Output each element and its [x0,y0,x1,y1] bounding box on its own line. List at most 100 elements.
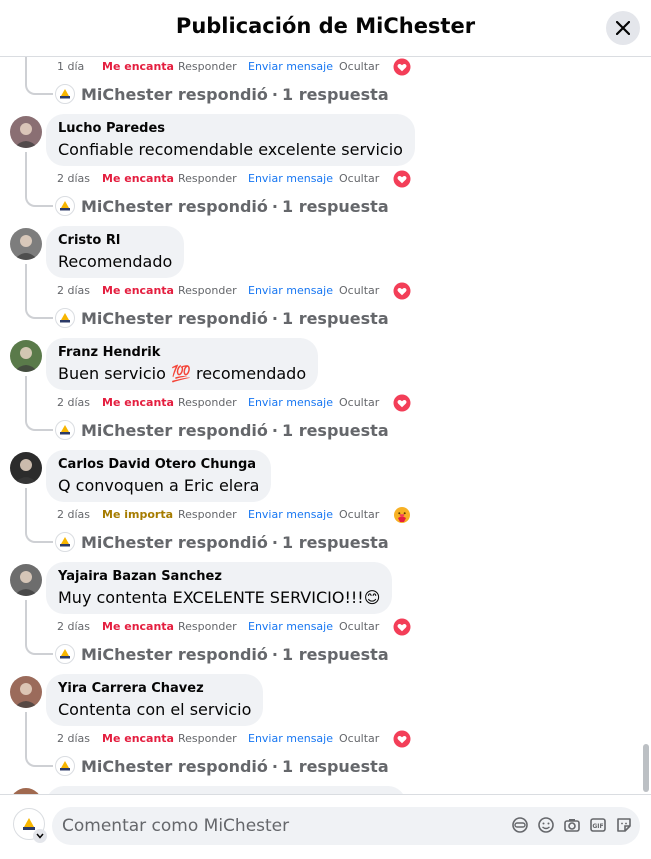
commenter-name[interactable]: Cristo Rl [58,233,172,249]
view-replies-link[interactable]: MiChester respondió · 1 respuesta [55,195,389,217]
heart-icon[interactable] [393,730,411,748]
reply-count: 1 respuesta [281,532,389,552]
comment-actions: 2 días Me encanta Responder Enviar mensaje O… [46,395,426,411]
reply-button[interactable]: Responder [178,619,237,635]
comment-text: Recomendado [58,252,173,271]
comment-timestamp[interactable]: 2 días [57,731,90,747]
comment-bubble: Carlos David Otero Chunga Q convoquen a E… [46,450,272,502]
reply-separator: · [271,532,278,552]
commenter-avatar[interactable] [10,340,42,372]
profile-photo-icon [10,676,42,708]
reply-connector [25,305,53,319]
reply-connector [25,193,53,207]
comment-bubble: Franz Hendrik Buen servicio 💯 recomendado [46,338,319,390]
reply-connector [25,641,53,655]
commenter-avatar[interactable] [10,564,42,596]
reaction-button[interactable]: Me encanta [102,59,174,75]
view-replies-link[interactable]: MiChester respondió · 1 respuesta [55,307,389,329]
reaction-button[interactable]: Me encanta [102,171,174,187]
send-message-button[interactable]: Enviar mensaje [248,395,333,411]
hide-button[interactable]: Ocultar [339,171,379,187]
reaction-button[interactable]: Me importa [102,507,173,523]
thread-line [25,264,27,308]
commenter-name[interactable]: Lucho Paredes [58,121,403,137]
chevron-down-icon [36,833,44,839]
reply-count: 1 respuesta [281,644,389,664]
commenter-name[interactable]: Yajaira Bazan Sanchez [58,569,380,585]
thread-line [25,376,27,420]
view-replies-link[interactable]: MiChester respondió · 1 respuesta [55,419,389,441]
view-replies-link[interactable]: MiChester respondió · 1 respuesta [55,643,389,665]
hide-button[interactable]: Ocultar [339,619,379,635]
heart-icon[interactable] [393,58,411,76]
reaction-button[interactable]: Me encanta [102,283,174,299]
comment-timestamp[interactable]: 1 día [57,59,84,75]
emoji-icon[interactable] [537,816,555,834]
commenter-avatar[interactable] [10,228,42,260]
heart-icon[interactable] [393,394,411,412]
reaction-button[interactable]: Me encanta [102,619,174,635]
hide-button[interactable]: Ocultar [339,283,379,299]
send-message-button[interactable]: Enviar mensaje [248,59,333,75]
comment-timestamp[interactable]: 2 días [57,171,90,187]
comment-timestamp[interactable]: 2 días [57,507,90,523]
reaction-button[interactable]: Me encanta [102,731,174,747]
gif-icon[interactable]: GIF [589,816,607,834]
comment-input[interactable] [62,815,502,837]
commenter-avatar[interactable] [10,676,42,708]
reply-button[interactable]: Responder [178,283,237,299]
reply-connector [25,417,53,431]
comment-actions: 2 días Me encanta Responder Enviar mensaje O… [46,619,426,635]
account-switch-button[interactable] [33,829,47,843]
close-button[interactable] [606,11,640,45]
send-message-button[interactable]: Enviar mensaje [248,171,333,187]
comment-bubble: Yajaira Bazan Sanchez Muy contenta EXCELE… [46,562,393,614]
commenter-avatar[interactable] [10,116,42,148]
profile-photo-icon [10,452,42,484]
reply-button[interactable]: Responder [178,731,237,747]
hide-button[interactable]: Ocultar [339,731,379,747]
comment-timestamp[interactable]: 2 días [57,395,90,411]
hide-button[interactable]: Ocultar [339,395,379,411]
reply-separator: · [271,308,278,328]
comments-list[interactable]: 1 día Me encanta Responder Enviar mensaje Oc… [0,57,651,794]
commenter-name[interactable]: Carlos David Otero Chunga [58,457,259,473]
hide-button[interactable]: Ocultar [339,59,379,75]
profile-photo-icon [10,564,42,596]
michester-logo-icon [55,756,75,776]
heart-icon[interactable] [393,618,411,636]
commenter-name[interactable]: Franz Hendrik [58,345,306,361]
comment-timestamp[interactable]: 2 días [57,283,90,299]
scrollbar[interactable] [643,744,649,792]
heart-icon[interactable] [393,170,411,188]
view-replies-link[interactable]: MiChester respondió · 1 respuesta [55,531,389,553]
send-message-button[interactable]: Enviar mensaje [248,731,333,747]
sticker-icon[interactable] [615,816,633,834]
michester-logo-icon [55,84,75,104]
comment-timestamp[interactable]: 2 días [57,619,90,635]
heart-icon[interactable] [393,282,411,300]
reply-count: 1 respuesta [281,420,389,440]
profile-photo-icon [10,340,42,372]
avatar-sticker-icon[interactable] [511,816,529,834]
comment-text: Contenta con el servicio [58,700,252,719]
send-message-button[interactable]: Enviar mensaje [248,507,333,523]
commenter-avatar[interactable] [10,452,42,484]
reply-button[interactable]: Responder [178,395,237,411]
view-replies-link[interactable]: MiChester respondió · 1 respuesta [55,83,389,105]
reply-button[interactable]: Responder [178,171,237,187]
close-icon [616,21,630,35]
view-replies-link[interactable]: MiChester respondió · 1 respuesta [55,755,389,777]
thread-line [25,57,27,84]
camera-icon[interactable] [563,816,581,834]
send-message-button[interactable]: Enviar mensaje [248,619,333,635]
comment-actions: 2 días Me importa Responder Enviar mensaje O… [46,507,426,523]
care-icon[interactable] [393,506,411,524]
hide-button[interactable]: Ocultar [339,507,379,523]
reply-button[interactable]: Responder [178,59,237,75]
commenter-name[interactable]: Yira Carrera Chavez [58,681,251,697]
reply-button[interactable]: Responder [178,507,237,523]
send-message-button[interactable]: Enviar mensaje [248,283,333,299]
reply-author: MiChester respondió [81,420,268,440]
reaction-button[interactable]: Me encanta [102,395,174,411]
